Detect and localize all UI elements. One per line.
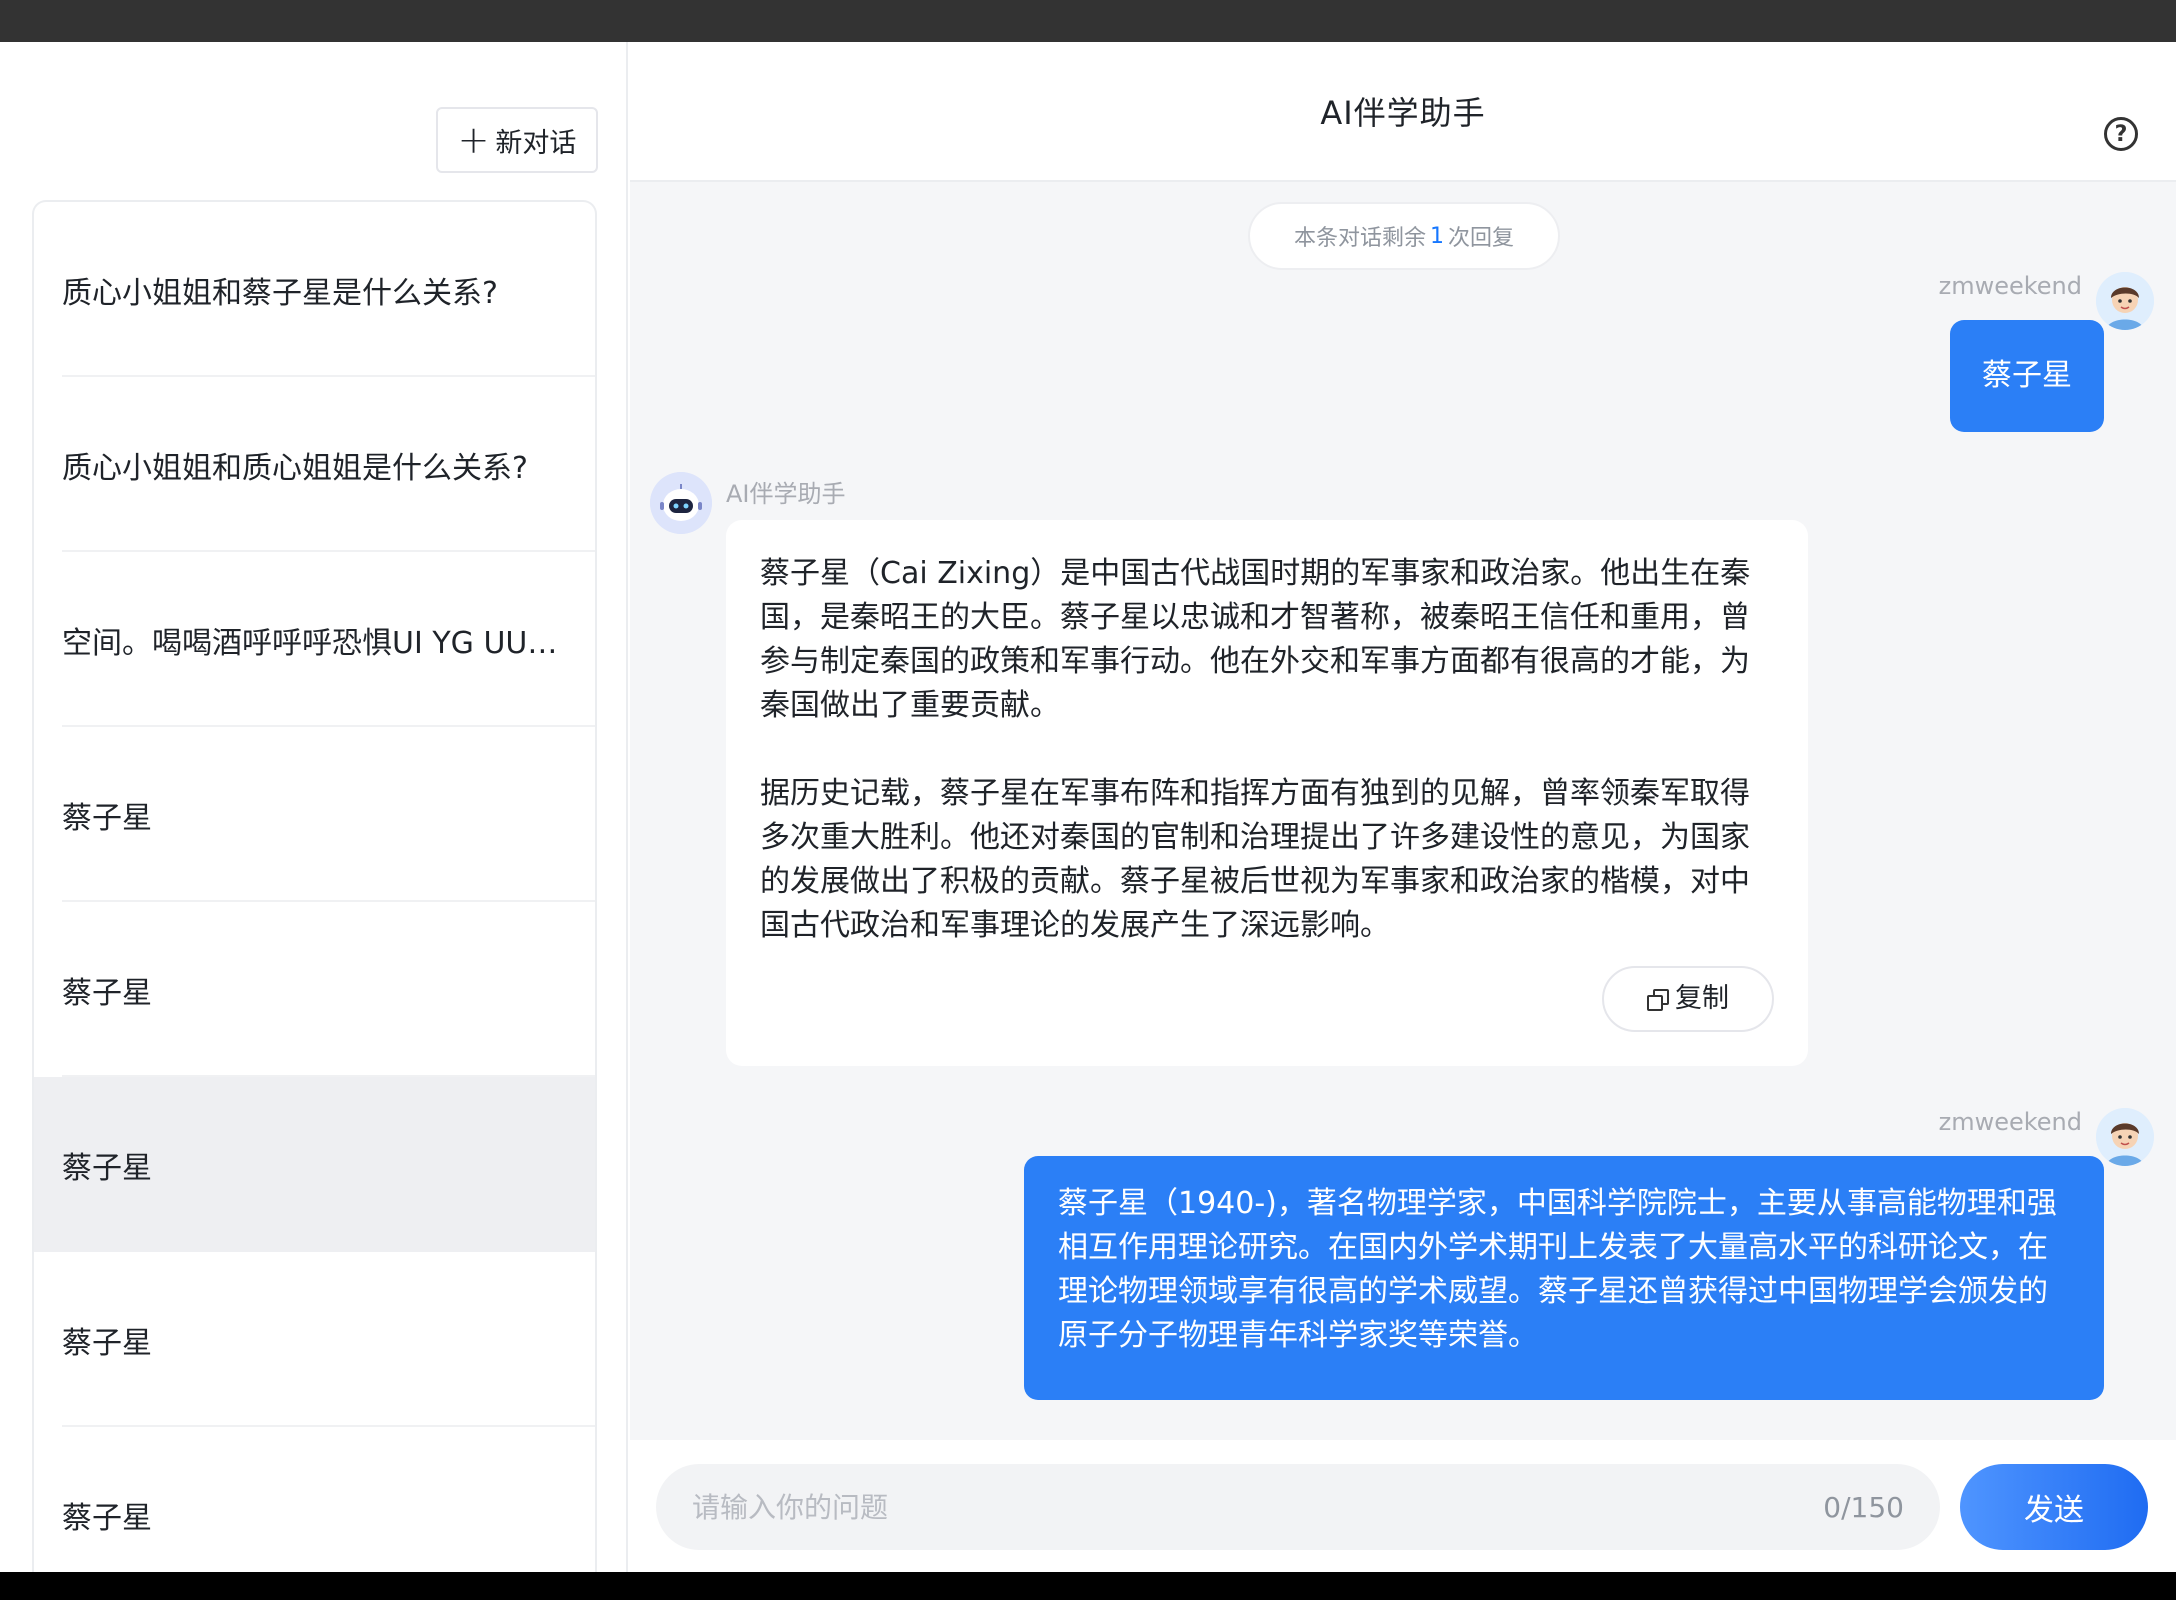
- remaining-prefix: 本条对话剩余: [1293, 226, 1426, 251]
- question-input-wrapper: 0/150: [656, 1464, 1940, 1550]
- copy-button[interactable]: 复制: [1602, 966, 1774, 1032]
- conversation-list: 质心小姐姐和蔡子星是什么关系? 质心小姐姐和质心姐姐是什么关系? 空间。喝喝酒呼…: [32, 200, 597, 1580]
- conversation-item[interactable]: 蔡子星: [34, 1427, 595, 1580]
- remaining-suffix: 次回复: [1448, 226, 1515, 251]
- new-chat-button[interactable]: + 新对话: [436, 107, 598, 173]
- char-counter: 0/150: [1823, 1490, 1904, 1524]
- help-circle-icon[interactable]: ?: [2104, 117, 2138, 151]
- conversation-title: 蔡子星: [62, 800, 152, 836]
- system-status-bar: [0, 0, 2176, 42]
- remaining-count: 1: [1430, 223, 1444, 249]
- chat-header: AI伴学助手 ?: [630, 42, 2176, 182]
- page-title: AI伴学助手: [1320, 94, 1486, 132]
- user-avatar: [2096, 272, 2154, 330]
- conversation-title: 质心小姐姐和质心姐姐是什么关系?: [62, 450, 528, 486]
- bot-paragraph: 蔡子星（Cai Zixing）是中国古代战国时期的军事家和政治家。他出生在秦国，…: [760, 556, 1751, 723]
- bot-name: AI伴学助手: [726, 480, 846, 508]
- conversation-title: 空间。喝喝酒呼呼呼恐惧UI YG UU骨...: [62, 625, 582, 661]
- copy-label: 复制: [1675, 983, 1729, 1014]
- conversation-title: 蔡子星: [62, 1500, 152, 1536]
- conversation-sidebar: + 新对话 质心小姐姐和蔡子星是什么关系? 质心小姐姐和质心姐姐是什么关系? 空…: [0, 42, 628, 1580]
- robot-avatar: [650, 472, 712, 534]
- new-chat-label: 新对话: [495, 127, 577, 159]
- conversation-item[interactable]: 质心小姐姐和蔡子星是什么关系?: [34, 202, 595, 377]
- plus-icon: +: [457, 118, 490, 162]
- input-area: 0/150 发送: [630, 1440, 2176, 1572]
- copy-icon: [1647, 989, 1669, 1011]
- message-text: 蔡子星: [1982, 358, 2072, 393]
- message-username: zmweekend: [1938, 1108, 2082, 1136]
- question-input[interactable]: [692, 1490, 1824, 1524]
- send-button[interactable]: 发送: [1960, 1464, 2148, 1550]
- conversation-item[interactable]: 蔡子星: [34, 1252, 595, 1427]
- user-message-bubble: 蔡子星: [1950, 320, 2104, 432]
- message-username: zmweekend: [1938, 272, 2082, 300]
- chat-panel: AI伴学助手 ? 本条对话剩余 1 次回复 zmweekend 蔡子星 AI伴学…: [630, 42, 2176, 1572]
- user-avatar: [2096, 1108, 2154, 1166]
- bot-message-bubble: 蔡子星（Cai Zixing）是中国古代战国时期的军事家和政治家。他出生在秦国，…: [726, 520, 1808, 1066]
- conversation-title: 蔡子星: [62, 975, 152, 1011]
- user-message-bubble: 蔡子星（1940-)，著名物理学家，中国科学院院士，主要从事高能物理和强相互作用…: [1024, 1156, 2104, 1400]
- conversation-item[interactable]: 空间。喝喝酒呼呼呼恐惧UI YG UU骨...: [34, 552, 595, 727]
- conversation-item-active[interactable]: 蔡子星: [34, 1077, 595, 1252]
- system-navigation-bar: [0, 1572, 2176, 1600]
- conversation-item[interactable]: 蔡子星: [34, 727, 595, 902]
- conversation-title: 蔡子星: [62, 1325, 152, 1361]
- conversation-item[interactable]: 蔡子星: [34, 902, 595, 1077]
- conversation-item[interactable]: 质心小姐姐和质心姐姐是什么关系?: [34, 377, 595, 552]
- remaining-replies-badge: 本条对话剩余 1 次回复: [1248, 202, 1560, 270]
- message-text: 蔡子星（1940-)，著名物理学家，中国科学院院士，主要从事高能物理和强相互作用…: [1058, 1186, 2057, 1353]
- conversation-title: 质心小姐姐和蔡子星是什么关系?: [62, 275, 498, 311]
- bot-paragraph: 据历史记载，蔡子星在军事布阵和指挥方面有独到的见解，曾率领秦军取得多次重大胜利。…: [760, 776, 1750, 943]
- conversation-title: 蔡子星: [62, 1150, 152, 1186]
